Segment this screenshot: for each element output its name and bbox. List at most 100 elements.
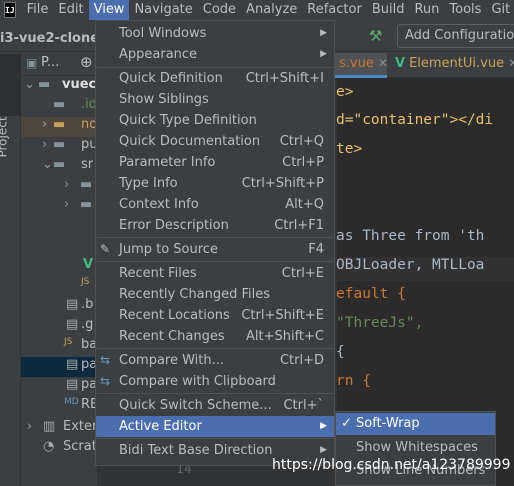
tree-row[interactable]: ⌄ ▬ sr (21, 157, 97, 177)
expand-chevron-icon[interactable]: › (64, 197, 69, 212)
menu-item-appearance[interactable]: Appearance ▶ (96, 44, 334, 65)
project-panel-title[interactable]: P... (41, 55, 59, 70)
vue-file-icon: V (83, 257, 94, 272)
menu-item-tool-windows[interactable]: Tool Windows ▶ (96, 23, 334, 44)
menu-item-recently-changed-files[interactable]: Recently Changed Files (96, 284, 334, 305)
breadcrumb-project[interactable]: i3-vue2-clone (0, 31, 99, 46)
menu-item-quick-documentation[interactable]: Quick Documentation Ctrl+Q (96, 131, 334, 152)
expand-chevron-icon[interactable]: ⌄ (24, 77, 35, 92)
menu-item-quick-switch-scheme[interactable]: Quick Switch Scheme... Ctrl+` (96, 395, 334, 416)
menu-item-parameter-info[interactable]: Parameter Info Ctrl+P (96, 152, 334, 173)
menu-git[interactable]: Git (486, 0, 514, 20)
compare-clipboard-icon: ⇆ (100, 374, 111, 388)
code-line: e> (336, 84, 354, 100)
close-tab-icon[interactable]: ✕ (378, 56, 387, 70)
menu-item-active-editor[interactable]: Active Editor ▶ (96, 416, 334, 437)
submenu-arrow-icon: ▶ (320, 28, 327, 38)
code-line: "ThreeJs", (336, 315, 424, 331)
expand-chevron-icon[interactable]: › (42, 117, 47, 132)
md-file-icon: MD (64, 397, 79, 407)
file-icon: ▤ (66, 317, 79, 332)
folder-icon: ▬ (53, 97, 66, 112)
menu-item-context-info[interactable]: Context Info Alt+Q (96, 194, 334, 215)
menu-run[interactable]: Run (409, 0, 444, 20)
menu-tools[interactable]: Tools (444, 0, 486, 20)
close-tab-icon[interactable]: ✕ (508, 56, 514, 70)
menu-item-type-info[interactable]: Type Info Ctrl+Shift+P (96, 173, 334, 194)
vue-file-icon: V (395, 56, 406, 71)
tree-row[interactable]: ▤ .b (21, 297, 97, 317)
tree-row[interactable]: MD RE (21, 397, 97, 417)
menu-item-quick-type-definition[interactable]: Quick Type Definition (96, 110, 334, 131)
json-file-icon: ▤ (66, 377, 79, 392)
tree-row[interactable]: ▬ .id (21, 97, 97, 117)
tree-row[interactable]: ◔ Scrat (21, 439, 97, 459)
project-tool-window-button[interactable]: Project (0, 54, 21, 158)
menu-item-compare-with[interactable]: ⇆ Compare With... Ctrl+D (96, 350, 334, 371)
editor-tab[interactable]: V ElementUi.vue ✕ (391, 53, 514, 78)
view-menu-dropdown: Tool Windows ▶ Appearance ▶ Quick Definiti… (95, 20, 335, 466)
folder-icon: ▣ (26, 56, 38, 70)
pencil-icon: ✎ (100, 242, 111, 256)
menu-item-jump-to-source[interactable]: ✎ Jump to Source F4 (96, 239, 334, 260)
expand-chevron-icon[interactable]: ⌄ (42, 157, 53, 172)
tree-row[interactable]: ▤ pa (21, 357, 97, 377)
active-editor-submenu: ✓ Soft-Wrap Show Whitespaces Show Line Nu… (335, 411, 496, 486)
menu-separator (97, 237, 333, 238)
expand-chevron-icon[interactable]: › (42, 137, 47, 152)
main-menubar: IJ File Edit View Navigate Code Analyze … (0, 0, 514, 20)
tree-row[interactable]: › ▬ no (21, 117, 97, 137)
tree-row[interactable]: JS (21, 277, 97, 297)
tree-row[interactable]: › ▬ (21, 197, 97, 217)
menu-item-error-description[interactable]: Error Description Ctrl+F1 (96, 215, 334, 236)
tree-row[interactable]: › ▬ pu (21, 137, 97, 157)
tree-row[interactable]: › ▬ (21, 177, 97, 197)
tree-row[interactable]: ⌄ ▬ vuecl (21, 77, 97, 97)
menu-analyze[interactable]: Analyze (241, 0, 302, 20)
project-stripe-label: Project (0, 116, 10, 158)
tree-row[interactable]: ▤ .g (21, 317, 97, 337)
folder-icon: ▬ (80, 177, 93, 192)
libraries-icon: ▥ (43, 419, 56, 434)
folder-icon: ▬ (53, 117, 66, 132)
tree-row[interactable]: ▤ pa (21, 377, 97, 397)
expand-chevron-icon[interactable]: › (27, 419, 32, 434)
menu-item-recent-locations[interactable]: Recent Locations Ctrl+Shift+E (96, 305, 334, 326)
menu-item-recent-changes[interactable]: Recent Changes Alt+Shift+C (96, 326, 334, 347)
menu-item-soft-wrap[interactable]: ✓ Soft-Wrap (336, 413, 495, 435)
menu-item-show-siblings[interactable]: Show Siblings (96, 89, 334, 110)
menu-separator (97, 393, 333, 394)
tree-row[interactable]: JS ba (21, 337, 97, 357)
locate-target-icon[interactable]: ⊕ (80, 53, 93, 71)
code-line: rn { (336, 373, 371, 389)
tree-row[interactable]: › ▥ Exter (21, 419, 97, 439)
menu-view[interactable]: View (88, 0, 130, 20)
code-line: d="container"></di (336, 112, 493, 136)
tree-item-label: Exter (63, 419, 97, 434)
tree-item-label: sr (81, 157, 94, 172)
js-file-icon: JS (64, 337, 73, 347)
tab-label: s.vue (339, 56, 374, 71)
menu-navigate[interactable]: Navigate (129, 0, 197, 20)
add-configuration-button[interactable]: Add Configuration... (397, 24, 514, 48)
menu-item-show-whitespaces[interactable]: Show Whitespaces (336, 437, 495, 459)
folder-icon: ▬ (38, 77, 51, 92)
menu-item-quick-definition[interactable]: Quick Definition Ctrl+Shift+I (96, 68, 334, 89)
project-panel-header: ▣ P... ⊕ (21, 52, 97, 76)
build-hammer-icon[interactable]: ⚒ (369, 27, 382, 45)
menu-separator (97, 348, 333, 349)
menu-code[interactable]: Code (198, 0, 241, 20)
menu-item-recent-files[interactable]: Recent Files Ctrl+E (96, 263, 334, 284)
expand-chevron-icon[interactable]: › (64, 177, 69, 192)
menu-refactor[interactable]: Refactor (302, 0, 367, 20)
menu-build[interactable]: Build (367, 0, 410, 20)
menu-edit[interactable]: Edit (53, 0, 88, 20)
tree-row[interactable]: V (21, 257, 97, 277)
menu-file[interactable]: File (22, 0, 54, 20)
tree-item-label: Scrat (63, 439, 97, 454)
tree-item-label: vuecl (62, 77, 97, 92)
compare-icon: ⇆ (100, 353, 111, 367)
editor-tab[interactable]: s.vue ✕ (335, 53, 387, 78)
code-line: OBJLoader, MTLLoa (336, 257, 514, 281)
menu-item-compare-with-clipboard[interactable]: ⇆ Compare with Clipboard (96, 371, 334, 392)
